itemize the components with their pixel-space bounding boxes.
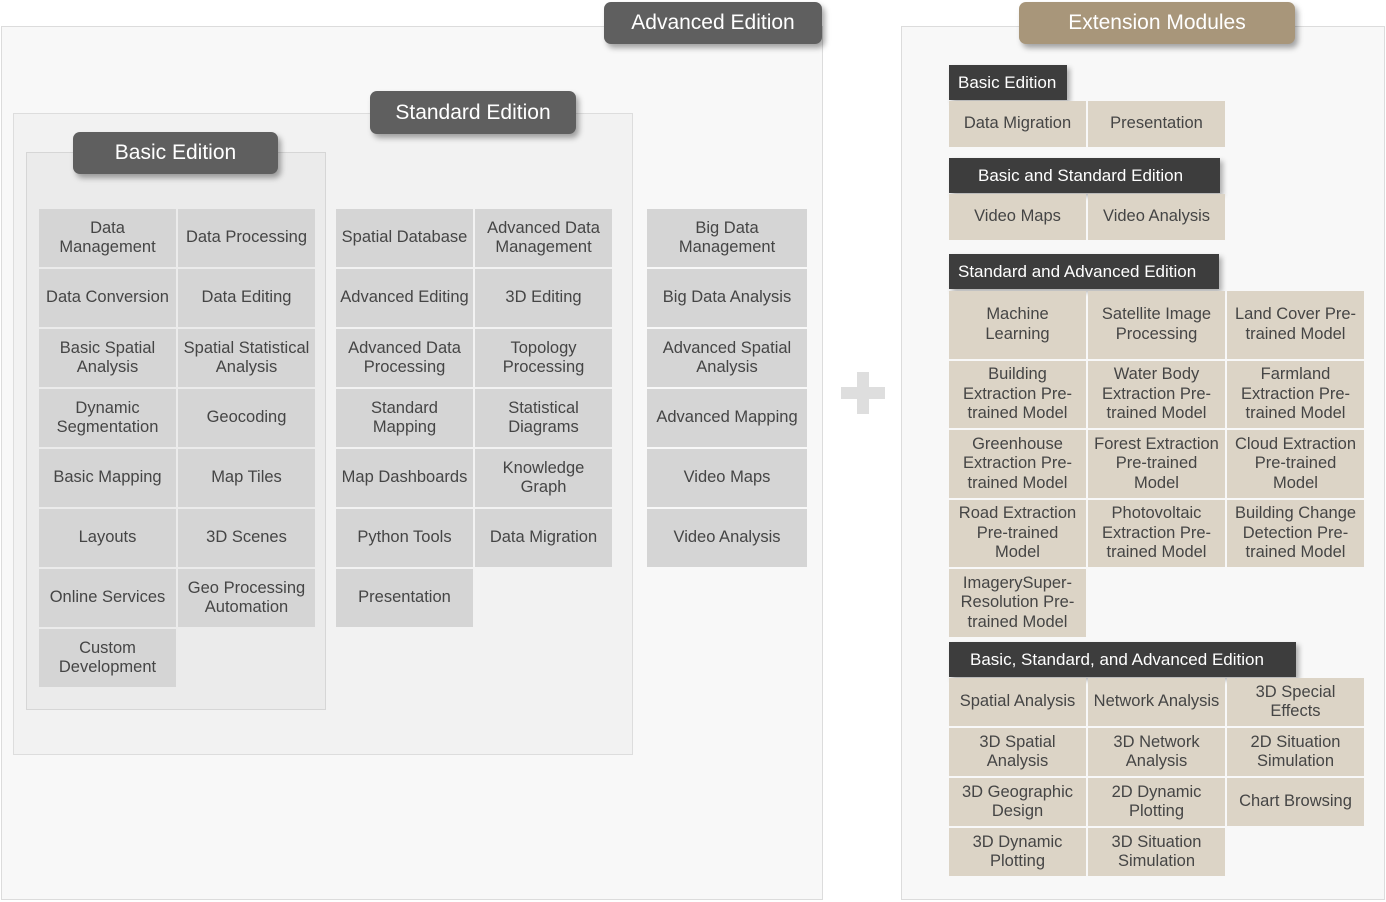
- feature-cell: Statistical Diagrams: [475, 389, 612, 447]
- ext-group-all-editions-grid: Spatial Analysis Network Analysis 3D Speci…: [949, 678, 1364, 876]
- feature-cell: Big Data Management: [647, 209, 807, 267]
- advanced-feature-grid: Big Data Management Big Data Analysis Adva…: [647, 209, 807, 567]
- feature-cell: Forest Extraction Pre-trained Model: [1088, 430, 1225, 498]
- feature-cell: 2D Dynamic Plotting: [1088, 778, 1225, 826]
- feature-cell: 3D Editing: [475, 269, 612, 327]
- feature-cell: 3D Dynamic Plotting: [949, 828, 1086, 876]
- ext-group-header-basic-standard: Basic and Standard Edition: [949, 158, 1220, 193]
- ext-group-basic-grid: Data Migration Presentation: [949, 101, 1225, 147]
- feature-cell: Cloud Extraction Pre-trained Model: [1227, 430, 1364, 498]
- feature-cell: Basic Mapping: [39, 449, 176, 507]
- feature-cell: Dynamic Segmentation: [39, 389, 176, 447]
- feature-cell: Geocoding: [178, 389, 315, 447]
- feature-cell: Spatial Statistical Analysis: [178, 329, 315, 387]
- feature-cell: Machine Learning: [949, 291, 1086, 359]
- feature-cell: 3D Network Analysis: [1088, 728, 1225, 776]
- feature-cell: Chart Browsing: [1227, 778, 1364, 826]
- feature-cell: Photovoltaic Extraction Pre-trained Mode…: [1088, 499, 1225, 567]
- feature-cell: Video Maps: [949, 194, 1086, 240]
- feature-cell: Data Editing: [178, 269, 315, 327]
- feature-cell: Advanced Spatial Analysis: [647, 329, 807, 387]
- feature-cell: Presentation: [1088, 101, 1225, 147]
- standard-edition-title: Standard Edition: [370, 91, 576, 134]
- feature-cell: 3D Geographic Design: [949, 778, 1086, 826]
- feature-cell: Basic Spatial Analysis: [39, 329, 176, 387]
- feature-cell: Layouts: [39, 509, 176, 567]
- feature-cell: Video Analysis: [647, 509, 807, 567]
- standard-feature-grid: Spatial Database Advanced Data Management…: [336, 209, 612, 627]
- feature-cell: 3D Spatial Analysis: [949, 728, 1086, 776]
- feature-cell: Knowledge Graph: [475, 449, 612, 507]
- feature-cell: Greenhouse Extraction Pre-trained Model: [949, 430, 1086, 498]
- feature-cell: Network Analysis: [1088, 678, 1225, 726]
- feature-cell: Data Processing: [178, 209, 315, 267]
- feature-cell: Video Maps: [647, 449, 807, 507]
- advanced-edition-title: Advanced Edition: [604, 2, 822, 44]
- ext-group-header-all-editions: Basic, Standard, and Advanced Edition: [949, 642, 1296, 677]
- feature-cell: Advanced Mapping: [647, 389, 807, 447]
- feature-cell: Spatial Analysis: [949, 678, 1086, 726]
- basic-feature-grid: Data Management Data Processing Data Conve…: [39, 209, 315, 687]
- basic-edition-title: Basic Edition: [73, 132, 278, 174]
- ext-group-standard-advanced-grid: Machine Learning Satellite Image Processi…: [949, 291, 1364, 637]
- ext-group-basic-standard-grid: Video Maps Video Analysis: [949, 194, 1225, 240]
- feature-cell: 3D Situation Simulation: [1088, 828, 1225, 876]
- feature-cell: 3D Special Effects: [1227, 678, 1364, 726]
- feature-cell: Building Extraction Pre-trained Model: [949, 360, 1086, 428]
- feature-cell: Spatial Database: [336, 209, 473, 267]
- feature-cell: Data Management: [39, 209, 176, 267]
- feature-cell: Data Conversion: [39, 269, 176, 327]
- feature-cell: Map Tiles: [178, 449, 315, 507]
- feature-cell: Presentation: [336, 569, 473, 627]
- feature-cell: Geo Processing Automation: [178, 569, 315, 627]
- feature-cell: Data Migration: [475, 509, 612, 567]
- feature-cell: Online Services: [39, 569, 176, 627]
- feature-cell: Building Change Detection Pre-trained Mo…: [1227, 499, 1364, 567]
- feature-cell: 3D Scenes: [178, 509, 315, 567]
- feature-cell: Python Tools: [336, 509, 473, 567]
- feature-cell: Land Cover Pre-trained Model: [1227, 291, 1364, 359]
- feature-cell: ImagerySuper-Resolution Pre-trained Mode…: [949, 569, 1086, 637]
- feature-cell: Advanced Data Management: [475, 209, 612, 267]
- feature-cell: Standard Mapping: [336, 389, 473, 447]
- ext-group-header-basic: Basic Edition: [949, 65, 1067, 100]
- feature-cell: Road Extraction Pre-trained Model: [949, 499, 1086, 567]
- feature-cell: Water Body Extraction Pre-trained Model: [1088, 360, 1225, 428]
- ext-group-header-standard-advanced: Standard and Advanced Edition: [949, 254, 1219, 289]
- feature-cell: Farmland Extraction Pre-trained Model: [1227, 360, 1364, 428]
- feature-cell: Map Dashboards: [336, 449, 473, 507]
- feature-cell: Big Data Analysis: [647, 269, 807, 327]
- feature-cell: Custom Development: [39, 629, 176, 687]
- feature-cell: 2D Situation Simulation: [1227, 728, 1364, 776]
- extension-modules-title: Extension Modules: [1019, 2, 1295, 44]
- plus-icon: [841, 372, 885, 414]
- feature-cell: Topology Processing: [475, 329, 612, 387]
- feature-cell: Advanced Editing: [336, 269, 473, 327]
- feature-cell: Data Migration: [949, 101, 1086, 147]
- feature-cell: Satellite Image Processing: [1088, 291, 1225, 359]
- feature-cell: Advanced Data Processing: [336, 329, 473, 387]
- feature-cell: Video Analysis: [1088, 194, 1225, 240]
